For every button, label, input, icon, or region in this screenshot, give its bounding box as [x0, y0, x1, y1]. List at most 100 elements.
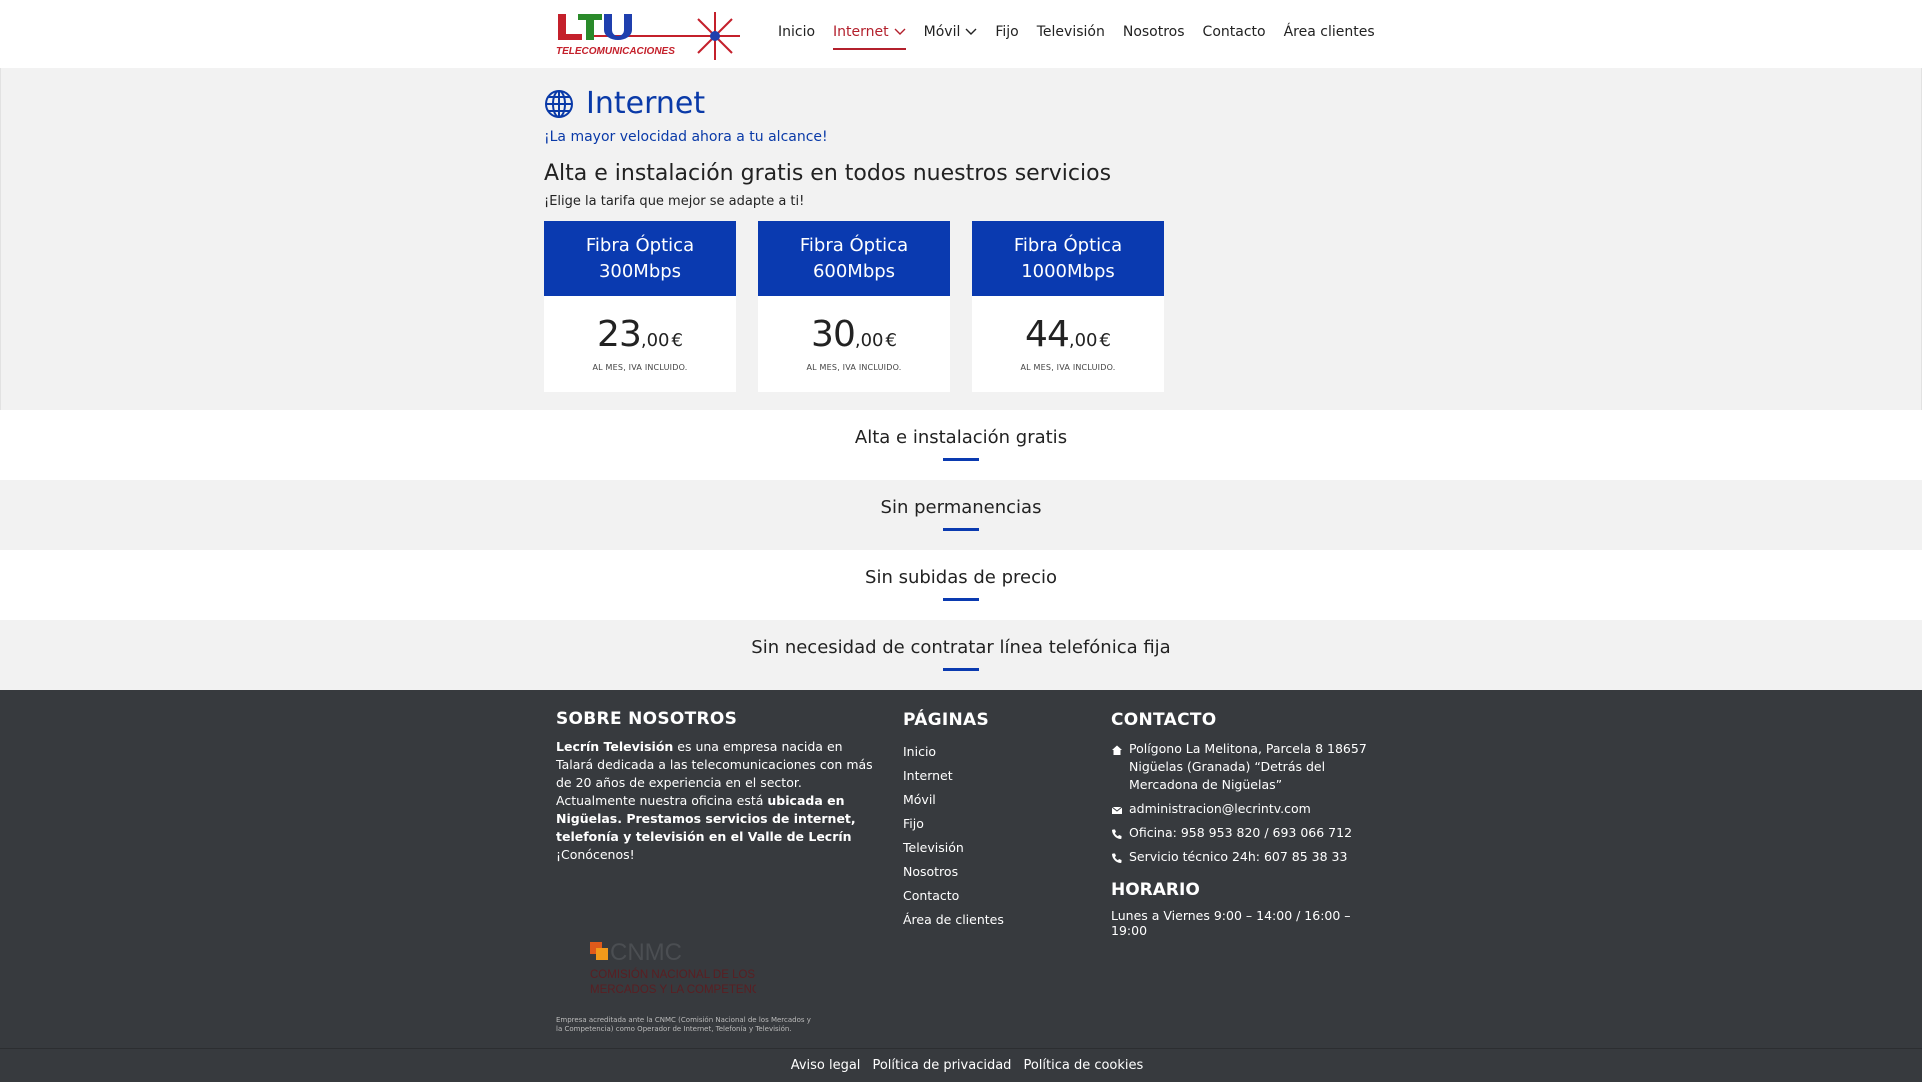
plans-list: Fibra Óptica 300Mbps 23,00 € AL MES, IVA …: [544, 221, 1164, 392]
footer-schedule-heading: HORARIO: [1111, 880, 1200, 900]
nav-fijo-label: Fijo: [995, 24, 1019, 40]
plan-price: 30,00 €: [758, 314, 950, 355]
nav-internet[interactable]: Internet: [833, 24, 906, 50]
promo-subtitle: ¡Elige la tarifa que mejor se adapte a t…: [544, 194, 805, 209]
logo[interactable]: TELECOMUNICACIONES: [552, 8, 742, 62]
feature-text: Sin necesidad de contratar línea telefón…: [751, 637, 1171, 658]
site-header: TELECOMUNICACIONES Inicio Internet Móvil…: [0, 0, 1922, 68]
feature-text: Alta e instalación gratis: [854, 427, 1068, 448]
page-subtitle: ¡La mayor velocidad ahora a tu alcance!: [544, 129, 828, 145]
price-integer: 23: [597, 314, 642, 355]
link-politica-privacidad[interactable]: Política de privacidad: [872, 1058, 1011, 1073]
page-title-text: Internet: [586, 86, 706, 121]
feature-underline: [943, 668, 979, 671]
contact-phone-office-text: Oficina: 958 953 820 / 693 066 712: [1129, 825, 1353, 840]
nav-movil-label: Móvil: [923, 24, 961, 40]
footer-contact-heading: CONTACTO: [1111, 710, 1217, 730]
price-decimals: ,00: [640, 330, 670, 351]
feature-underline: [943, 598, 979, 601]
nav-inicio-label: Inicio: [778, 24, 816, 40]
footer-link-television[interactable]: Televisión: [903, 836, 1004, 860]
footer-link-movil[interactable]: Móvil: [903, 788, 1004, 812]
plan-speed: 300Mbps: [598, 260, 682, 282]
nav-nosotros-label: Nosotros: [1122, 24, 1185, 40]
link-politica-cookies[interactable]: Política de cookies: [1023, 1058, 1143, 1073]
nav-inicio[interactable]: Inicio: [778, 24, 815, 40]
contact-phone-office[interactable]: Oficina: 958 953 820 / 693 066 712: [1111, 824, 1381, 842]
plan-speed: 1000Mbps: [1021, 260, 1115, 282]
about-text-2: ¡Conócenos!: [556, 847, 635, 862]
plan-body: 44,00 € AL MES, IVA INCLUIDO.: [972, 296, 1164, 392]
phone-icon: [1111, 851, 1123, 863]
plan-body: 30,00 € AL MES, IVA INCLUIDO.: [758, 296, 950, 392]
price-integer: 44: [1025, 314, 1070, 355]
feature-text: Sin subidas de precio: [865, 567, 1057, 588]
footer-link-nosotros[interactable]: Nosotros: [903, 860, 1004, 884]
nav-contacto-label: Contacto: [1202, 24, 1266, 40]
nav-contacto[interactable]: Contacto: [1203, 24, 1266, 40]
feature-item: Sin necesidad de contratar línea telefón…: [0, 620, 1922, 690]
price-note: AL MES, IVA INCLUIDO.: [806, 363, 902, 372]
nav-nosotros[interactable]: Nosotros: [1123, 24, 1185, 40]
nav-fijo[interactable]: Fijo: [995, 24, 1018, 40]
cnmc-logo: CNMC COMISIÓN NACIONAL DE LOS MERCADOS Y…: [590, 939, 771, 996]
nav-movil[interactable]: Móvil: [924, 24, 978, 40]
contact-address: Polígono La Melitona, Parcela 8 18657 Ni…: [1111, 740, 1381, 794]
cnmc-logo-line1: COMISIÓN NACIONAL DE LOS: [590, 968, 755, 981]
cnmc-logo-line2: MERCADOS Y LA COMPETENCIA: [590, 984, 756, 996]
feature-item: Alta e instalación gratis: [0, 410, 1922, 480]
page-title: Internet: [544, 86, 1111, 121]
plan-name: Fibra Óptica: [799, 234, 909, 256]
footer-contact: CONTACTO Polígono La Melitona, Parcela 8…: [1111, 710, 1381, 938]
plan-card-1000[interactable]: Fibra Óptica 1000Mbps 44,00 € AL MES, IVA…: [972, 221, 1164, 392]
footer-pages-heading: PÁGINAS: [903, 710, 990, 730]
price-currency: €: [671, 330, 683, 351]
site-footer: SOBRE NOSOTROS Lecrín Televisión es una …: [0, 690, 1922, 1082]
price-currency: €: [885, 330, 897, 351]
cnmc-badge: CNMC COMISIÓN NACIONAL DE LOS MERCADOS Y…: [556, 939, 816, 1034]
footer-bottom-bar: Aviso legal Política de privacidad Polít…: [0, 1048, 1922, 1082]
features-list: Alta e instalación gratis Sin permanenci…: [0, 410, 1922, 690]
price-note: AL MES, IVA INCLUIDO.: [1020, 363, 1116, 372]
envelope-icon: [1111, 803, 1123, 815]
plan-body: 23,00 € AL MES, IVA INCLUIDO.: [544, 296, 736, 392]
home-icon: [1111, 743, 1123, 755]
footer-link-area-clientes[interactable]: Área de clientes: [903, 908, 1004, 932]
price-integer: 30: [811, 314, 856, 355]
nav-area-clientes-label: Área clientes: [1283, 24, 1375, 40]
hero-section: Internet ¡La mayor velocidad ahora a tu …: [544, 86, 1111, 209]
feature-text: Sin permanencias: [880, 497, 1042, 518]
plan-header: Fibra Óptica 1000Mbps: [972, 221, 1164, 296]
globe-icon: [544, 89, 574, 119]
feature-item: Sin subidas de precio: [0, 550, 1922, 620]
plan-card-300[interactable]: Fibra Óptica 300Mbps 23,00 € AL MES, IVA …: [544, 221, 736, 392]
contact-phone-support-text: Servicio técnico 24h: 607 85 38 33: [1129, 849, 1348, 864]
footer-pages: PÁGINAS Inicio Internet Móvil Fijo Telev…: [903, 710, 1004, 932]
footer-link-internet[interactable]: Internet: [903, 764, 1004, 788]
plan-name: Fibra Óptica: [1013, 234, 1123, 256]
plan-card-600[interactable]: Fibra Óptica 600Mbps 30,00 € AL MES, IVA …: [758, 221, 950, 392]
chevron-down-icon: [965, 28, 977, 36]
footer-link-fijo[interactable]: Fijo: [903, 812, 1004, 836]
price-decimals: ,00: [854, 330, 884, 351]
price-note: AL MES, IVA INCLUIDO.: [592, 363, 688, 372]
contact-address-text: Polígono La Melitona, Parcela 8 18657 Ni…: [1129, 741, 1367, 792]
footer-schedule-hours: Lunes a Viernes 9:00 – 14:00 / 16:00 – 1…: [1111, 908, 1351, 938]
plan-header: Fibra Óptica 600Mbps: [758, 221, 950, 296]
price-currency: €: [1099, 330, 1111, 351]
plan-price: 23,00 €: [544, 314, 736, 355]
logo-subtitle: TELECOMUNICACIONES: [556, 46, 675, 57]
contact-email[interactable]: administracion@lecrintv.com: [1111, 800, 1381, 818]
feature-item: Sin permanencias: [0, 480, 1922, 550]
link-aviso-legal[interactable]: Aviso legal: [791, 1058, 861, 1073]
footer-link-contacto[interactable]: Contacto: [903, 884, 1004, 908]
footer-link-inicio[interactable]: Inicio: [903, 740, 1004, 764]
contact-phone-support[interactable]: Servicio técnico 24h: 607 85 38 33: [1111, 848, 1381, 866]
cnmc-logo-text: CNMC: [610, 940, 682, 966]
nav-television[interactable]: Televisión: [1037, 24, 1105, 40]
plan-price: 44,00 €: [972, 314, 1164, 355]
price-decimals: ,00: [1068, 330, 1098, 351]
plan-speed: 600Mbps: [812, 260, 896, 282]
about-company-name: Lecrín Televisión: [556, 739, 674, 754]
nav-area-clientes[interactable]: Área clientes: [1284, 24, 1375, 40]
